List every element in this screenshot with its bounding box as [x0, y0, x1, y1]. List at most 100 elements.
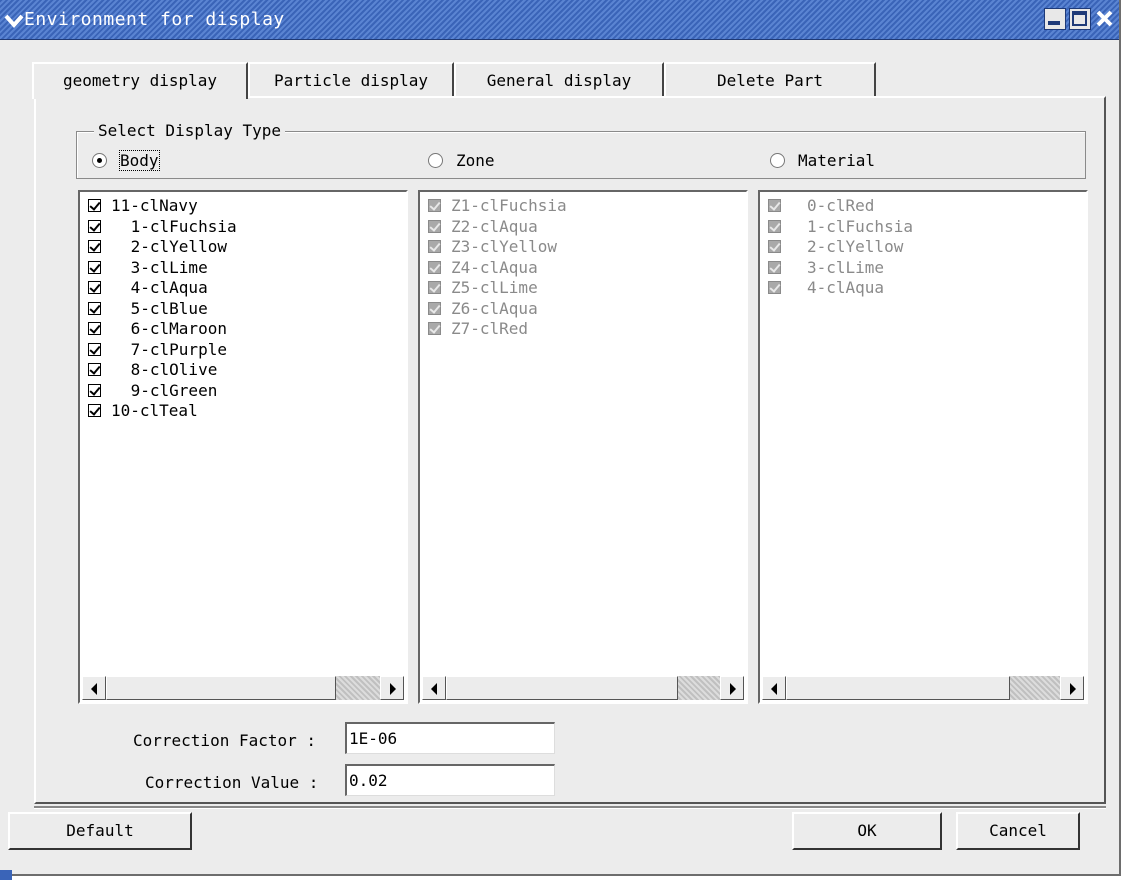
list-item-label: 1-clFuchsia — [807, 216, 913, 236]
checkbox[interactable] — [768, 199, 781, 212]
radio-button[interactable] — [428, 153, 443, 168]
ok-button[interactable]: OK — [792, 812, 942, 850]
list-item[interactable]: 4-clAqua — [88, 278, 237, 299]
checkbox[interactable] — [88, 342, 101, 356]
title-bar[interactable]: Environment for display — [0, 0, 1119, 40]
body-list[interactable]: 11-clNavy 1-clFuchsia 2-clYellow 3-clLim… — [78, 190, 408, 704]
checkbox[interactable] — [88, 322, 101, 335]
checkbox[interactable] — [88, 383, 101, 397]
scroll-thumb[interactable] — [446, 676, 678, 700]
checkbox[interactable] — [428, 219, 441, 233]
correction-factor-input[interactable] — [345, 722, 555, 754]
tab-particle-display[interactable]: Particle display — [248, 62, 454, 97]
checkbox[interactable] — [768, 240, 781, 253]
list-item-label: Z3-clYellow — [451, 237, 557, 256]
checkbox[interactable] — [428, 281, 441, 294]
checkbox[interactable] — [88, 260, 101, 274]
list-item-label: 9-clGreen — [121, 380, 218, 400]
list-item[interactable]: 2-clYellow — [768, 237, 913, 258]
correction-factor-label: Correction Factor : — [133, 731, 317, 750]
list-item[interactable]: 4-clAqua — [768, 278, 913, 299]
radio-label: Material — [798, 151, 876, 170]
checkbox[interactable] — [88, 404, 101, 417]
list-item[interactable]: 5-clBlue — [88, 299, 237, 320]
radio-button[interactable] — [770, 153, 785, 168]
list-item-label: Z1-clFuchsia — [451, 196, 567, 215]
list-item-label: 7-clPurple — [121, 339, 227, 359]
tab-delete-part[interactable]: Delete Part — [664, 62, 876, 97]
scroll-left-button[interactable] — [762, 676, 786, 700]
checkbox[interactable] — [768, 260, 781, 274]
list-item[interactable]: Z7-clRed — [428, 319, 567, 340]
checkbox[interactable] — [88, 301, 101, 315]
checkbox[interactable] — [88, 240, 101, 253]
list-item[interactable]: Z3-clYellow — [428, 237, 567, 258]
list-item[interactable]: 1-clFuchsia — [768, 217, 913, 238]
checkbox[interactable] — [428, 301, 441, 315]
checkbox[interactable] — [428, 199, 441, 212]
scroll-thumb[interactable] — [106, 676, 336, 700]
list-item[interactable]: 2-clYellow — [88, 237, 237, 258]
tab-label: General display — [486, 71, 632, 90]
minimize-button[interactable] — [1044, 8, 1066, 30]
arrow-left-icon — [431, 683, 437, 695]
list-item[interactable]: 3-clLime — [88, 258, 237, 279]
scroll-left-button[interactable] — [82, 676, 106, 700]
list-item[interactable]: 10-clTeal — [88, 401, 237, 422]
list-item[interactable]: Z6-clAqua — [428, 299, 567, 320]
list-item[interactable]: 6-clMaroon — [88, 319, 237, 340]
checkbox[interactable] — [428, 322, 441, 335]
material-list[interactable]: 0-clRed 1-clFuchsia 2-clYellow 3-clLime … — [758, 190, 1088, 704]
list-item[interactable]: Z4-clAqua — [428, 258, 567, 279]
maximize-button[interactable] — [1069, 8, 1091, 30]
list-item[interactable]: 0-clRed — [768, 196, 913, 217]
list-item-label: 2-clYellow — [121, 237, 227, 256]
scroll-left-button[interactable] — [422, 676, 446, 700]
horizontal-scrollbar[interactable] — [762, 676, 1084, 700]
tab-geometry-display[interactable]: geometry display — [32, 62, 248, 99]
scroll-right-button[interactable] — [1060, 676, 1084, 700]
checkbox[interactable] — [768, 219, 781, 233]
zone-list[interactable]: Z1-clFuchsia Z2-clAqua Z3-clYellow Z4-cl… — [418, 190, 748, 704]
list-item[interactable]: 3-clLime — [768, 258, 913, 279]
list-item[interactable]: 7-clPurple — [88, 340, 237, 361]
list-item-label: Z5-clLime — [451, 278, 538, 297]
list-item-label: Z6-clAqua — [451, 298, 538, 318]
minimize-icon — [1048, 21, 1060, 25]
checkbox[interactable] — [88, 219, 101, 233]
body-list-items: 11-clNavy 1-clFuchsia 2-clYellow 3-clLim… — [88, 196, 237, 422]
scroll-thumb[interactable] — [786, 676, 1010, 700]
arrow-right-icon — [1070, 683, 1076, 695]
list-item[interactable]: Z5-clLime — [428, 278, 567, 299]
window-title: Environment for display — [24, 9, 285, 30]
cancel-button[interactable]: Cancel — [956, 812, 1080, 850]
scroll-right-button[interactable] — [380, 676, 404, 700]
list-item[interactable]: Z2-clAqua — [428, 217, 567, 238]
list-item-label: 4-clAqua — [807, 278, 885, 297]
default-button[interactable]: Default — [8, 812, 192, 850]
checkbox[interactable] — [88, 363, 101, 376]
checkbox[interactable] — [88, 199, 101, 212]
scroll-right-button[interactable] — [720, 676, 744, 700]
radio-button[interactable] — [92, 153, 107, 168]
list-item[interactable]: Z1-clFuchsia — [428, 196, 567, 217]
tab-general-display[interactable]: General display — [454, 62, 664, 97]
tab-label: Particle display — [273, 71, 429, 90]
correction-value-input[interactable] — [345, 764, 555, 796]
list-item-label: 0-clRed — [807, 196, 875, 215]
chevron-down-icon[interactable] — [4, 10, 24, 30]
checkbox[interactable] — [768, 281, 781, 294]
list-item[interactable]: 11-clNavy — [88, 196, 237, 217]
checkbox[interactable] — [88, 281, 101, 294]
horizontal-scrollbar[interactable] — [422, 676, 744, 700]
list-item[interactable]: 1-clFuchsia — [88, 217, 237, 238]
list-item[interactable]: 9-clGreen — [88, 381, 237, 402]
list-item[interactable]: 8-clOlive — [88, 360, 237, 381]
close-button[interactable] — [1094, 8, 1116, 30]
checkbox[interactable] — [428, 260, 441, 274]
list-item-label: Z4-clAqua — [451, 257, 538, 277]
horizontal-scrollbar[interactable] — [82, 676, 404, 700]
checkbox[interactable] — [428, 240, 441, 253]
taskbar-edge — [0, 870, 12, 880]
radio-label: Zone — [456, 151, 495, 170]
